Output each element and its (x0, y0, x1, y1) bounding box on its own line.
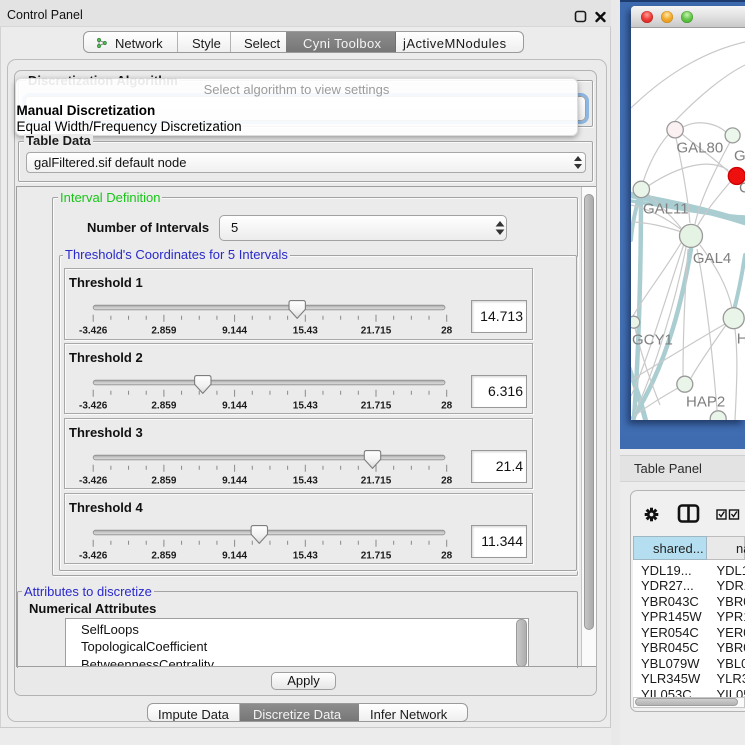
svg-text:21.715: 21.715 (360, 550, 391, 561)
svg-text:GA: GA (734, 148, 745, 165)
svg-text:21.715: 21.715 (360, 475, 391, 486)
svg-text:2.859: 2.859 (151, 400, 176, 411)
svg-text:15.43: 15.43 (292, 475, 317, 486)
svg-text:2.859: 2.859 (151, 475, 176, 486)
svg-text:15.43: 15.43 (292, 550, 317, 561)
svg-text:9.144: 9.144 (222, 475, 247, 486)
svg-text:9.144: 9.144 (222, 400, 247, 411)
svg-text:2.859: 2.859 (151, 326, 176, 337)
svg-text:15.43: 15.43 (292, 400, 317, 411)
svg-text:28: 28 (441, 550, 453, 561)
svg-text:2.859: 2.859 (151, 550, 176, 561)
svg-text:-3.426: -3.426 (79, 475, 108, 486)
svg-text:28: 28 (441, 475, 453, 486)
svg-text:GCY1: GCY1 (632, 331, 673, 348)
svg-text:GAL80: GAL80 (677, 140, 724, 157)
svg-text:28: 28 (441, 326, 453, 337)
svg-text:HAP2: HAP2 (686, 394, 725, 411)
svg-text:15.43: 15.43 (292, 326, 317, 337)
svg-text:-3.426: -3.426 (79, 326, 108, 337)
svg-text:H: H (737, 330, 745, 347)
svg-text:21.715: 21.715 (360, 326, 391, 337)
svg-text:28: 28 (441, 400, 453, 411)
svg-text:21.715: 21.715 (360, 400, 391, 411)
svg-text:9.144: 9.144 (222, 326, 247, 337)
svg-text:C: C (739, 180, 745, 197)
svg-text:9.144: 9.144 (222, 550, 247, 561)
svg-text:GAL4: GAL4 (693, 250, 731, 267)
svg-text:-3.426: -3.426 (79, 550, 108, 561)
svg-text:-3.426: -3.426 (79, 400, 108, 411)
svg-text:GAL11: GAL11 (643, 201, 689, 218)
